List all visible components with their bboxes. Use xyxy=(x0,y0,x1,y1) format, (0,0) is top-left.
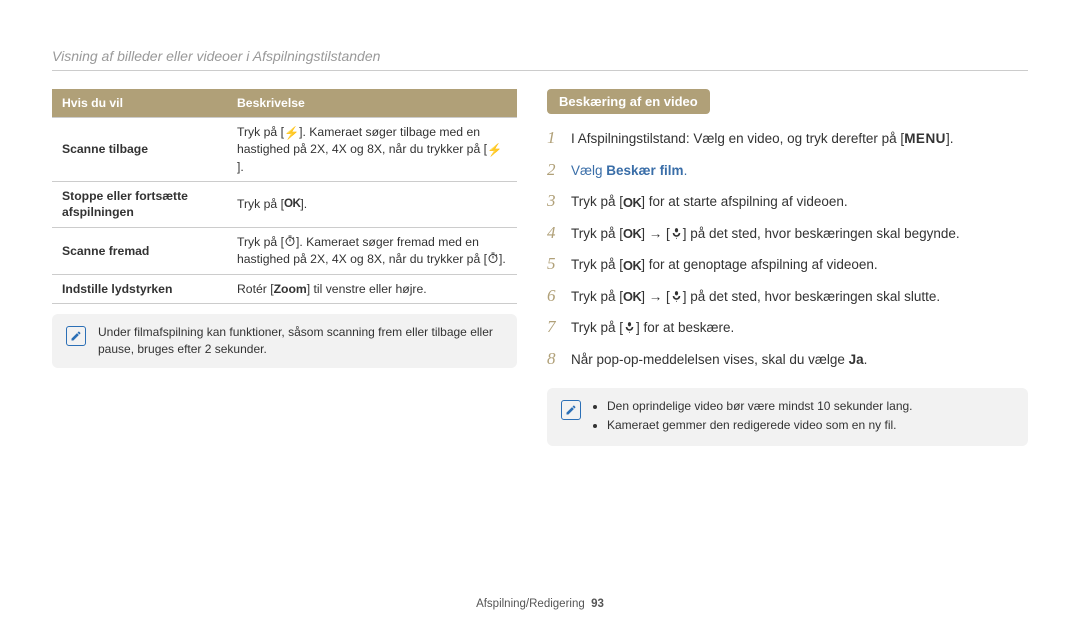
steps-list: 1I Afspilningstilstand: Vælg en video, o… xyxy=(547,122,1028,374)
cell-action: Stoppe eller fortsætte afspilningen xyxy=(52,181,227,227)
note-list: Den oprindelige video bør være mindst 10… xyxy=(593,398,913,436)
list-item: 1I Afspilningstilstand: Vælg en video, o… xyxy=(547,122,1028,154)
macro-icon xyxy=(623,318,636,338)
ok-icon: OK xyxy=(623,224,641,243)
section-heading: Beskæring af en video xyxy=(547,89,710,114)
flash-icon: ⚡ xyxy=(487,142,502,158)
table-row: Scanne fremad Tryk på []. Kameraet søger… xyxy=(52,227,517,274)
flash-icon: ⚡ xyxy=(284,125,299,141)
ok-icon: OK xyxy=(623,193,641,212)
note-item: Kameraet gemmer den redigerede video som… xyxy=(607,417,913,434)
table-row: Indstille lydstyrken Rotér [Zoom] til ve… xyxy=(52,274,517,303)
cell-desc: Tryk på [OK]. xyxy=(227,181,517,227)
cell-action: Scanne tilbage xyxy=(52,118,227,182)
macro-icon xyxy=(670,224,683,244)
note-icon xyxy=(66,326,86,346)
page-title: Visning af billeder eller videoer i Afsp… xyxy=(52,48,1028,64)
cell-action: Indstille lydstyrken xyxy=(52,274,227,303)
controls-table: Hvis du vil Beskrivelse Scanne tilbage T… xyxy=(52,89,517,304)
note-box: Under filmafspilning kan funktioner, sås… xyxy=(52,314,517,368)
timer-icon xyxy=(284,234,296,250)
note-icon xyxy=(561,400,581,420)
cell-desc: Rotér [Zoom] til venstre eller højre. xyxy=(227,274,517,303)
page-footer: Afspilning/Redigering 93 xyxy=(0,598,1080,610)
macro-icon xyxy=(670,287,683,307)
list-item: 8Når pop-op-meddelelsen vises, skal du v… xyxy=(547,343,1028,375)
list-item: 5Tryk på [OK] for at genoptage afspilnin… xyxy=(547,248,1028,280)
ok-icon: OK xyxy=(284,197,300,213)
cell-desc: Tryk på []. Kameraet søger fremad med en… xyxy=(227,227,517,274)
ok-icon: OK xyxy=(623,256,641,275)
list-item: 6Tryk på [OK] → [] på det sted, hvor bes… xyxy=(547,280,1028,312)
menu-icon: MENU xyxy=(904,129,946,149)
table-row: Stoppe eller fortsætte afspilningen Tryk… xyxy=(52,181,517,227)
th-description: Beskrivelse xyxy=(227,89,517,118)
ok-icon: OK xyxy=(623,287,641,306)
divider xyxy=(52,70,1028,71)
note-item: Den oprindelige video bør være mindst 10… xyxy=(607,398,913,415)
note-text: Under filmafspilning kan funktioner, sås… xyxy=(98,324,503,358)
th-action: Hvis du vil xyxy=(52,89,227,118)
list-item: 3Tryk på [OK] for at starte afspilning a… xyxy=(547,185,1028,217)
cell-desc: Tryk på [⚡]. Kameraet søger tilbage med … xyxy=(227,118,517,182)
list-item: 7Tryk på [] for at beskære. xyxy=(547,311,1028,343)
cell-action: Scanne fremad xyxy=(52,227,227,274)
table-row: Scanne tilbage Tryk på [⚡]. Kameraet søg… xyxy=(52,118,517,182)
list-item: 4Tryk på [OK] → [] på det sted, hvor bes… xyxy=(547,217,1028,249)
note-box: Den oprindelige video bør være mindst 10… xyxy=(547,388,1028,446)
list-item: 2Vælg Beskær film. xyxy=(547,154,1028,186)
timer-icon xyxy=(487,251,499,267)
